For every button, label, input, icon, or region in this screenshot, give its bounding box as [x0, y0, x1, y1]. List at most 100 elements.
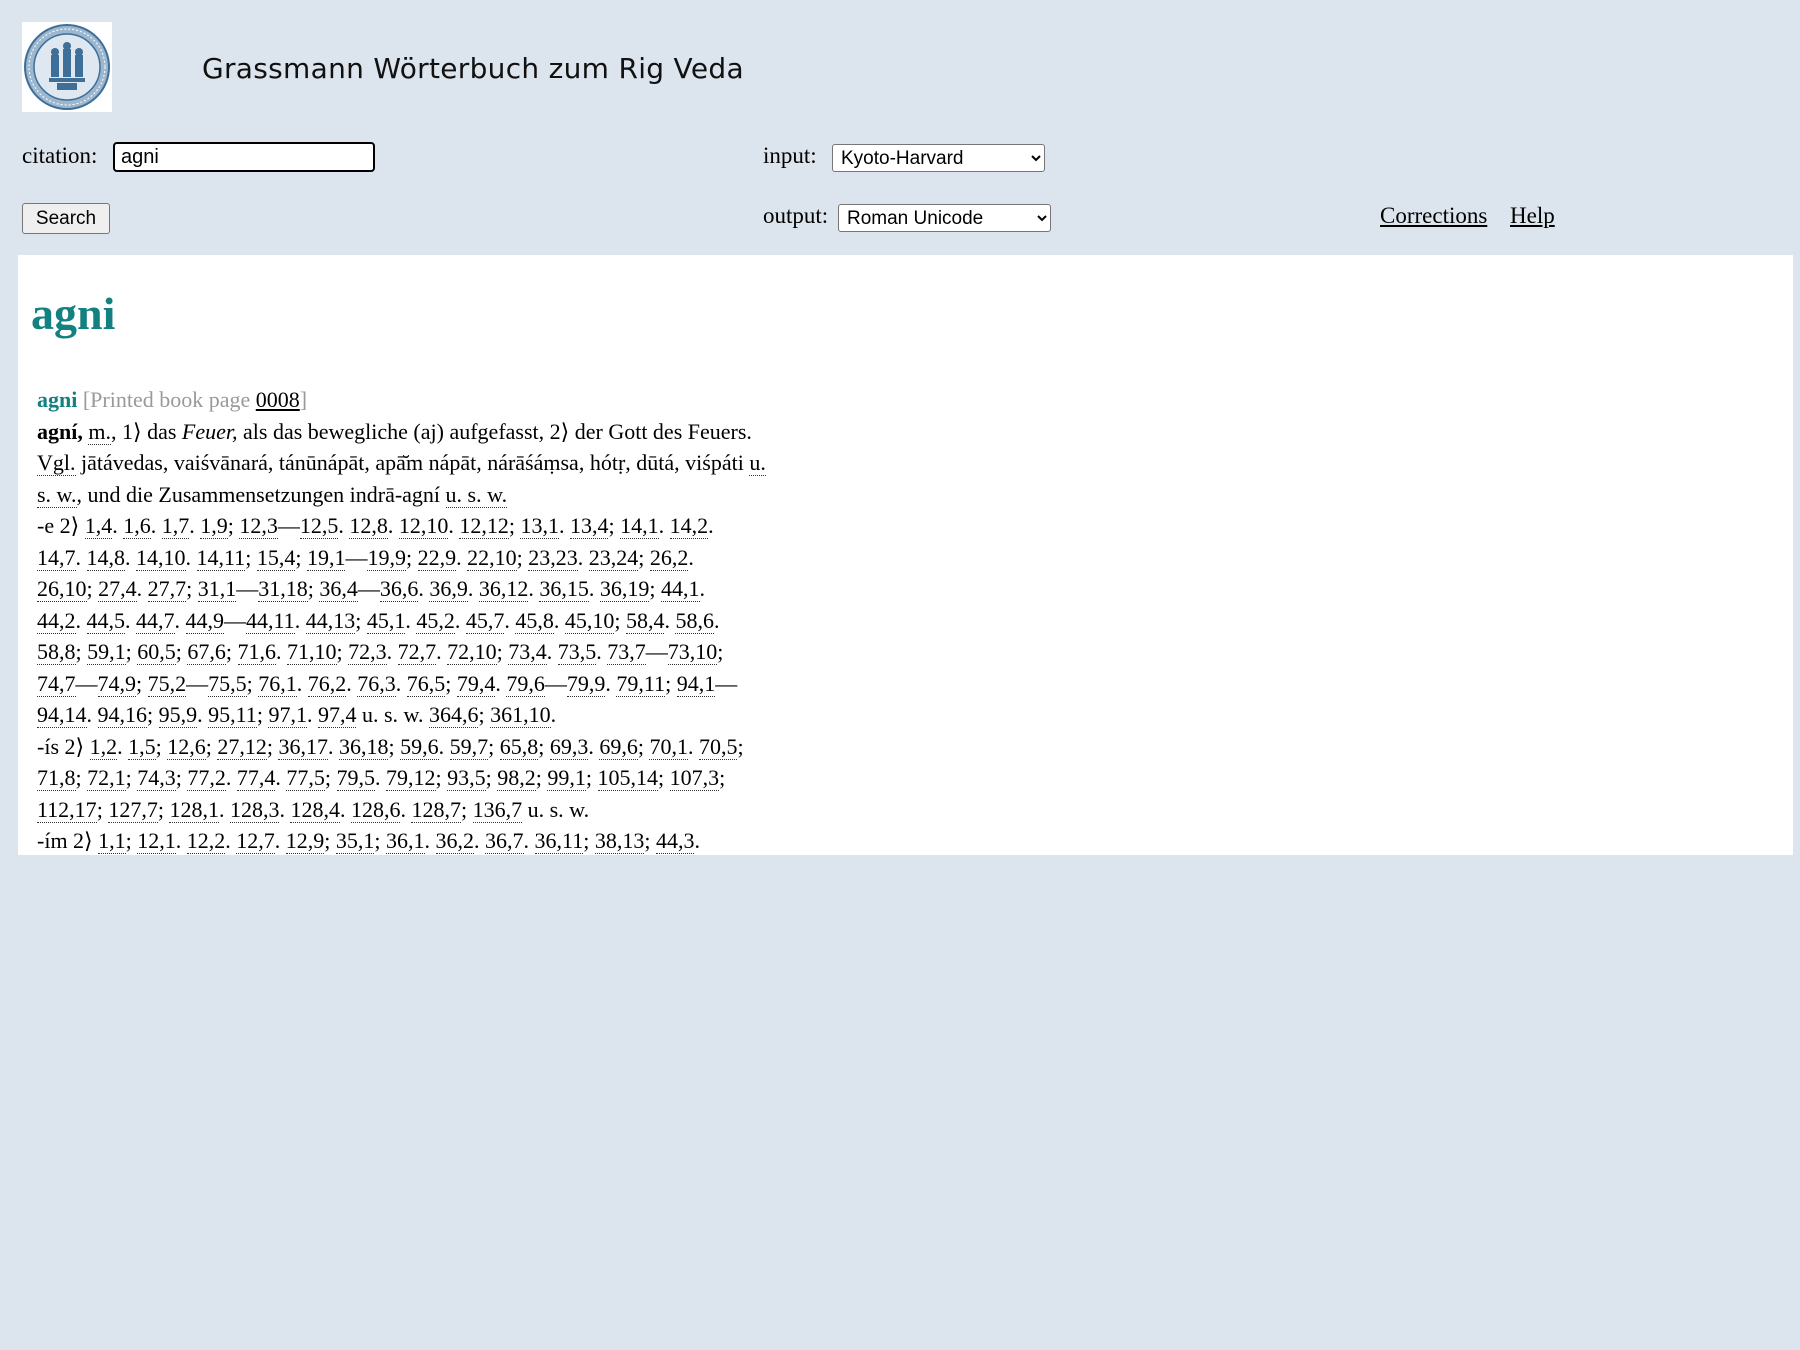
verse-ref-link[interactable]: 14,2 [669, 513, 709, 539]
verse-ref-link[interactable]: 98,2 [497, 765, 536, 791]
verse-ref-link[interactable]: 59,7 [449, 733, 489, 760]
output-encoding-select[interactable]: Roman Unicode [838, 204, 1051, 232]
verse-ref-link[interactable]: 23,23 [528, 544, 578, 571]
verse-ref-link[interactable]: 105,14 [597, 765, 658, 791]
verse-ref-link[interactable]: 31,1 [197, 576, 237, 602]
verse-ref-link[interactable]: 26,10 [37, 576, 87, 602]
verse-ref-link[interactable]: 94,16 [97, 702, 147, 728]
verse-ref-link[interactable]: 99,1 [547, 765, 586, 791]
verse-ref-link[interactable]: 69,6 [599, 733, 638, 760]
citation-input[interactable] [113, 142, 375, 172]
verse-ref-link[interactable]: 14,11 [196, 544, 246, 571]
verse-ref-link[interactable]: 76,1 [258, 670, 297, 697]
verse-ref-link[interactable]: 44,1 [661, 576, 700, 602]
verse-ref-link[interactable]: 36,18 [338, 733, 389, 760]
verse-ref-link[interactable]: 76,2 [307, 670, 347, 697]
verse-ref-link[interactable]: 15,4 [256, 544, 296, 571]
verse-ref-link[interactable]: 19,9 [367, 544, 406, 571]
verse-ref-link[interactable]: 14,10 [136, 544, 186, 571]
verse-ref-link[interactable]: 73,5 [557, 639, 597, 665]
verse-ref-link[interactable]: 74,3 [137, 765, 176, 791]
verse-ref-link[interactable]: 77,4 [236, 765, 276, 791]
verse-ref-link[interactable]: 59,6 [400, 733, 439, 760]
verse-ref-link[interactable]: 45,8 [515, 607, 554, 634]
verse-ref-link[interactable]: 58,6 [675, 607, 714, 634]
verse-ref-link[interactable]: 70,1 [649, 733, 688, 760]
verse-ref-link[interactable]: 12,6 [167, 733, 206, 760]
verse-ref-link[interactable]: 79,11 [616, 670, 666, 697]
verse-ref-link[interactable]: 12,12 [459, 513, 509, 539]
verse-ref-link[interactable]: 31,18 [258, 576, 308, 602]
verse-ref-link[interactable]: 59,1 [87, 639, 126, 665]
verse-ref-link[interactable]: 79,4 [456, 670, 496, 697]
verse-ref-link[interactable]: 71,10 [287, 639, 337, 665]
verse-ref-link[interactable]: 67,6 [187, 639, 226, 665]
verse-ref-link[interactable]: 22,10 [467, 544, 517, 571]
verse-ref-link[interactable]: 12,1 [137, 828, 176, 854]
corrections-link[interactable]: Corrections [1380, 203, 1487, 229]
verse-ref-link[interactable]: 72,10 [447, 639, 497, 665]
verse-ref-link[interactable]: 22,9 [417, 544, 457, 571]
verse-ref-link[interactable]: 69,3 [549, 733, 589, 760]
verse-ref-link[interactable]: 36,4 [319, 576, 358, 602]
verse-ref-link[interactable]: 60,5 [137, 639, 176, 665]
verse-ref-link[interactable]: 77,5 [286, 765, 325, 791]
verse-ref-link[interactable]: 36,11 [534, 828, 584, 854]
verse-ref-link[interactable]: 128,4 [290, 796, 340, 823]
verse-ref-link[interactable]: 79,12 [386, 765, 436, 791]
verse-ref-link[interactable]: 94,1 [676, 670, 716, 697]
verse-ref-link[interactable]: 44,13 [305, 607, 356, 634]
verse-ref-link[interactable]: 74,9 [97, 670, 136, 697]
verse-ref-link[interactable]: 72,1 [87, 765, 126, 791]
verse-ref-link[interactable]: 36,6 [379, 576, 419, 602]
verse-ref-link[interactable]: 71,6 [237, 639, 276, 665]
verse-ref-link[interactable]: 44,2 [37, 607, 76, 634]
verse-ref-link[interactable]: 97,1 [268, 702, 307, 728]
verse-ref-link[interactable]: 36,15 [539, 576, 589, 602]
verse-ref-link[interactable]: 36,9 [429, 576, 468, 602]
verse-ref-link[interactable]: 128,3 [229, 796, 280, 823]
verse-ref-link[interactable]: 23,24 [588, 544, 639, 571]
verse-ref-link[interactable]: 1,5 [128, 733, 156, 760]
verse-ref-link[interactable]: 45,1 [366, 607, 406, 634]
verse-ref-link[interactable]: 12,2 [186, 828, 226, 854]
verse-ref-link[interactable]: 75,2 [147, 670, 187, 697]
verse-ref-link[interactable]: 76,3 [357, 670, 396, 697]
search-button[interactable]: Search [22, 203, 110, 234]
verse-ref-link[interactable]: 36,12 [478, 576, 529, 602]
verse-ref-link[interactable]: 14,8 [86, 544, 125, 571]
verse-ref-link[interactable]: 1,2 [89, 733, 118, 760]
verse-ref-link[interactable]: 12,5 [299, 513, 339, 539]
verse-ref-link[interactable]: 45,2 [416, 607, 455, 634]
verse-ref-link[interactable]: 12,10 [398, 513, 449, 539]
verse-ref-link[interactable]: 44,9 [185, 607, 224, 634]
verse-ref-link[interactable]: 44,5 [86, 607, 125, 634]
verse-ref-link[interactable]: 12,7 [236, 828, 275, 854]
verse-ref-link[interactable]: 72,3 [348, 639, 387, 665]
verse-ref-link[interactable]: 1,1 [98, 828, 126, 854]
verse-ref-link[interactable]: 19,1 [306, 544, 346, 571]
verse-ref-link[interactable]: 75,5 [208, 670, 247, 697]
verse-ref-link[interactable]: 76,5 [406, 670, 446, 697]
verse-ref-link[interactable]: 36,2 [435, 828, 475, 854]
verse-ref-link[interactable]: 72,7 [397, 639, 437, 665]
verse-ref-link[interactable]: 74,7 [37, 670, 76, 697]
verse-ref-link[interactable]: 1,6 [123, 513, 151, 539]
verse-ref-link[interactable]: 73,7 [607, 639, 646, 665]
verse-ref-link[interactable]: 107,3 [669, 765, 720, 791]
verse-ref-link[interactable]: 36,17 [278, 733, 328, 760]
verse-ref-link[interactable]: 79,6 [506, 670, 545, 697]
verse-ref-link[interactable]: 44,3 [655, 828, 695, 854]
verse-ref-link[interactable]: 45,7 [465, 607, 505, 634]
verse-ref-link[interactable]: 12,3 [239, 513, 278, 539]
verse-ref-link[interactable]: 70,5 [698, 733, 738, 760]
verse-ref-link[interactable]: 1,4 [84, 513, 113, 539]
help-link[interactable]: Help [1510, 203, 1555, 229]
verse-ref-link[interactable]: 36,19 [599, 576, 650, 602]
verse-ref-link[interactable]: 73,4 [508, 639, 547, 665]
verse-ref-link[interactable]: 127,7 [108, 796, 158, 823]
verse-ref-link[interactable]: 1,7 [161, 513, 190, 539]
verse-ref-link[interactable]: 36,1 [386, 828, 425, 854]
verse-ref-link[interactable]: 27,7 [147, 576, 187, 602]
verse-ref-link[interactable]: 36,7 [485, 828, 524, 854]
